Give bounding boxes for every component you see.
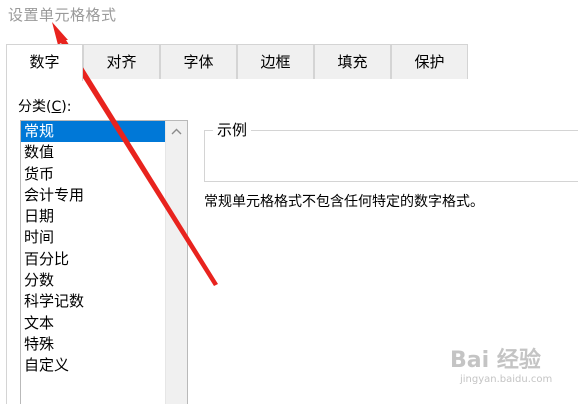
category-label: 分类(C):: [18, 99, 72, 115]
sample-group: 示例: [204, 119, 578, 182]
category-item-scientific[interactable]: 科学记数: [21, 291, 167, 312]
category-item-time[interactable]: 时间: [21, 227, 167, 248]
dialog-title: 设置单元格格式: [8, 6, 117, 24]
tab-fill[interactable]: 填充: [314, 44, 391, 79]
tab-alignment[interactable]: 对齐: [83, 44, 160, 79]
category-listbox[interactable]: 常规 数值 货币 会计专用 日期 时间 百分比 分数 科学记数 文本 特殊 自定…: [20, 120, 188, 404]
format-description: 常规单元格格式不包含任何特定的数字格式。: [204, 194, 484, 210]
category-list-items: 常规 数值 货币 会计专用 日期 时间 百分比 分数 科学记数 文本 特殊 自定…: [21, 121, 167, 377]
watermark-url: jingyan.baidu.com: [460, 374, 553, 385]
chevron-up-icon: [171, 128, 182, 134]
category-item-number[interactable]: 数值: [21, 142, 167, 163]
category-item-currency[interactable]: 货币: [21, 164, 167, 185]
watermark-logo: Bai 经验: [450, 348, 541, 373]
scroll-up-button[interactable]: [166, 121, 187, 141]
tab-font[interactable]: 字体: [160, 44, 237, 79]
category-item-general[interactable]: 常规: [21, 121, 167, 143]
tab-protection[interactable]: 保护: [391, 44, 468, 79]
category-item-date[interactable]: 日期: [21, 206, 167, 227]
tab-number[interactable]: 数字: [6, 44, 83, 81]
tab-strip: 数字 对齐 字体 边框 填充 保护: [6, 44, 578, 81]
category-item-fraction[interactable]: 分数: [21, 270, 167, 291]
category-scrollbar[interactable]: [165, 121, 187, 404]
category-item-percentage[interactable]: 百分比: [21, 249, 167, 270]
tab-border[interactable]: 边框: [237, 44, 314, 79]
category-item-special[interactable]: 特殊: [21, 334, 167, 355]
category-item-text[interactable]: 文本: [21, 313, 167, 334]
watermark: Bai 经验 jingyan.baidu.com: [450, 342, 578, 404]
category-item-custom[interactable]: 自定义: [21, 355, 167, 376]
category-item-accounting[interactable]: 会计专用: [21, 185, 167, 206]
sample-legend: 示例: [213, 119, 252, 140]
category-accelerator: C: [51, 99, 62, 115]
